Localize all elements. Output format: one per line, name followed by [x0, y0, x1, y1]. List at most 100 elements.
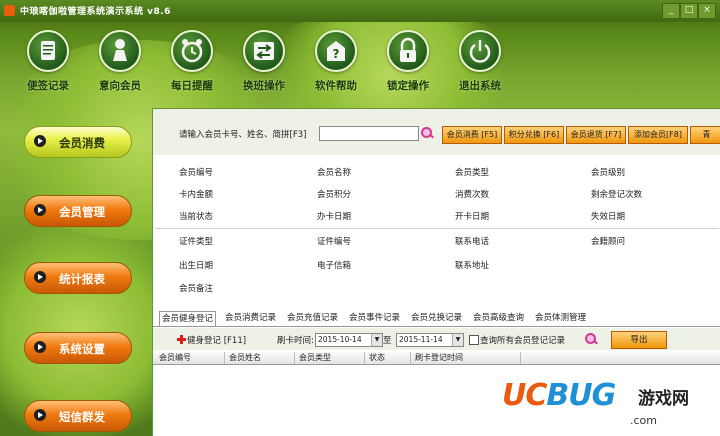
search-icon[interactable] [585, 333, 597, 345]
divider [155, 228, 719, 229]
query-all-checkbox[interactable] [469, 335, 479, 345]
toolbar-lock-button[interactable]: 锁定操作 [372, 30, 444, 93]
watermark-site-name: 游戏网 [638, 389, 689, 409]
register-toolbar: 健身登记 [F11] 刷卡时间: 2015-10-14 ▼ 至 2015-11-… [153, 328, 720, 350]
minimize-button[interactable]: _ [662, 3, 680, 19]
field-birthday: 出生日期 [179, 261, 214, 271]
field-id-type: 证件类型 [179, 237, 214, 247]
tab-consume-records[interactable]: 会员消费记录 [225, 311, 276, 325]
points-exchange-button[interactable]: 积分兑换 [F6] [504, 126, 564, 144]
tab-advanced-query[interactable]: 会员高级查询 [473, 311, 524, 325]
app-icon [4, 5, 15, 16]
records-grid-header: 会员编号 会员姓名 会员类型 状态 刷卡登记时间 [153, 352, 720, 365]
watermark: UCBUG 游戏网 .com [498, 378, 720, 436]
sidebar-item-member-manage[interactable]: 会员管理 [24, 195, 132, 227]
watermark-logo: UCBUG [502, 378, 616, 413]
date-from-value: 2015-10-14 [318, 335, 362, 344]
sidebar-item-member-consume[interactable]: 会员消费 [24, 126, 132, 158]
date-to-picker[interactable]: 2015-11-14 ▼ [396, 333, 464, 347]
more-button[interactable]: 青 [690, 126, 720, 144]
alarm-clock-icon [171, 30, 213, 72]
tab-event-records[interactable]: 会员事件记录 [349, 311, 400, 325]
toolbar-reminder-button[interactable]: 每日提醒 [156, 30, 228, 93]
toolbar-notes-button[interactable]: 便签记录 [12, 30, 84, 93]
column-header[interactable]: 会员类型 [295, 352, 365, 364]
field-advisor: 会籍顾问 [591, 237, 626, 247]
export-button[interactable]: 导出 [611, 331, 667, 349]
field-expire-date: 失效日期 [591, 212, 626, 222]
help-icon: ? [315, 30, 357, 72]
tab-recharge-records[interactable]: 会员充值记录 [287, 311, 338, 325]
field-address: 联系地址 [455, 261, 490, 271]
field-email: 电子信箱 [317, 261, 352, 271]
watermark-url: .com [630, 414, 657, 427]
field-phone: 联系电话 [455, 237, 490, 247]
sidebar-item-label: 会员管理 [59, 205, 105, 219]
window-title: 中琅喀伽啦管理系统演示系统 v8.6 [20, 7, 171, 17]
consume-button[interactable]: 会员消费 [F5] [442, 126, 502, 144]
toolbar-prospect-button[interactable]: 意向会员 [84, 30, 156, 93]
column-header[interactable]: 刷卡登记时间 [411, 352, 521, 364]
column-header[interactable]: 会员姓名 [225, 352, 295, 364]
field-status: 当前状态 [179, 212, 214, 222]
toolbar-notes-label: 便签记录 [27, 80, 69, 92]
toolbar-help-label: 软件帮助 [315, 80, 357, 92]
field-remark: 会员备注 [179, 284, 214, 294]
toolbar-exit-label: 退出系统 [459, 80, 501, 92]
field-member-type: 会员类型 [455, 168, 490, 178]
sidebar-item-reports[interactable]: 统计报表 [24, 262, 132, 294]
svg-text:?: ? [333, 47, 340, 61]
field-member-level: 会员级别 [591, 168, 626, 178]
column-header[interactable]: 状态 [365, 352, 411, 364]
toolbar-shift-label: 换班操作 [243, 80, 285, 92]
sidebar-item-settings[interactable]: 系统设置 [24, 332, 132, 364]
search-input[interactable] [319, 126, 419, 141]
sidebar-item-sms[interactable]: 短信群发 [24, 400, 132, 432]
shift-swap-icon [243, 30, 285, 72]
search-label: 请输入会员卡号、姓名、简拼[F3] [179, 130, 307, 140]
close-button[interactable]: × [698, 3, 716, 19]
field-remaining-count: 剩余登记次数 [591, 190, 643, 200]
play-icon [34, 271, 46, 283]
toolbar-lock-label: 锁定操作 [387, 80, 429, 92]
sidebar-item-label: 短信群发 [59, 410, 105, 424]
column-header[interactable]: 会员编号 [155, 352, 225, 364]
field-member-id: 会员编号 [179, 168, 214, 178]
field-member-points: 会员积分 [317, 190, 352, 200]
tab-body-test[interactable]: 会员体测管理 [535, 311, 586, 325]
chevron-down-icon: ▼ [452, 334, 463, 346]
power-icon [459, 30, 501, 72]
main-toolbar: 便签记录 意向会员 每日提醒 换班操作 ? 软件帮助 锁定操作 退出系统 [0, 30, 720, 102]
return-goods-button[interactable]: 会员退货 [F7] [566, 126, 626, 144]
sidebar-item-label: 系统设置 [59, 342, 105, 356]
play-icon [34, 409, 46, 421]
date-from-picker[interactable]: 2015-10-14 ▼ [315, 333, 383, 347]
swipe-time-label: 刷卡时间: [277, 336, 314, 346]
toolbar-help-button[interactable]: ? 软件帮助 [300, 30, 372, 93]
tab-fitness-register[interactable]: 会员健身登记 [159, 311, 217, 326]
toolbar-shift-button[interactable]: 换班操作 [228, 30, 300, 93]
search-icon[interactable] [421, 127, 433, 139]
field-card-balance: 卡内金额 [179, 190, 214, 200]
date-to-label: 至 [383, 336, 392, 346]
sidebar-item-label: 会员消费 [59, 136, 105, 150]
member-icon [99, 30, 141, 72]
fitness-register-button[interactable]: 健身登记 [F11] [187, 334, 246, 346]
play-icon [34, 135, 46, 147]
tab-exchange-records[interactable]: 会员兑换记录 [411, 311, 462, 325]
date-to-value: 2015-11-14 [399, 335, 443, 344]
add-icon [177, 335, 186, 344]
app-window: 中琅喀伽啦管理系统演示系统 v8.6 _ □ × 便签记录 意向会员 每日提醒 [0, 0, 720, 436]
chevron-down-icon: ▼ [371, 334, 382, 346]
field-open-date: 开卡日期 [455, 212, 490, 222]
lock-icon [387, 30, 429, 72]
play-icon [34, 204, 46, 216]
title-bar: 中琅喀伽啦管理系统演示系统 v8.6 _ □ × [0, 0, 720, 22]
record-tabs: 会员健身登记 会员消费记录 会员充值记录 会员事件记录 会员兑换记录 会员高级查… [153, 311, 720, 327]
maximize-button[interactable]: □ [680, 3, 698, 19]
field-member-name: 会员名称 [317, 168, 352, 178]
add-member-button[interactable]: 添加会员[F8] [628, 126, 688, 144]
field-id-number: 证件编号 [317, 237, 352, 247]
toolbar-exit-button[interactable]: 退出系统 [444, 30, 516, 93]
toolbar-prospect-label: 意向会员 [99, 80, 141, 92]
